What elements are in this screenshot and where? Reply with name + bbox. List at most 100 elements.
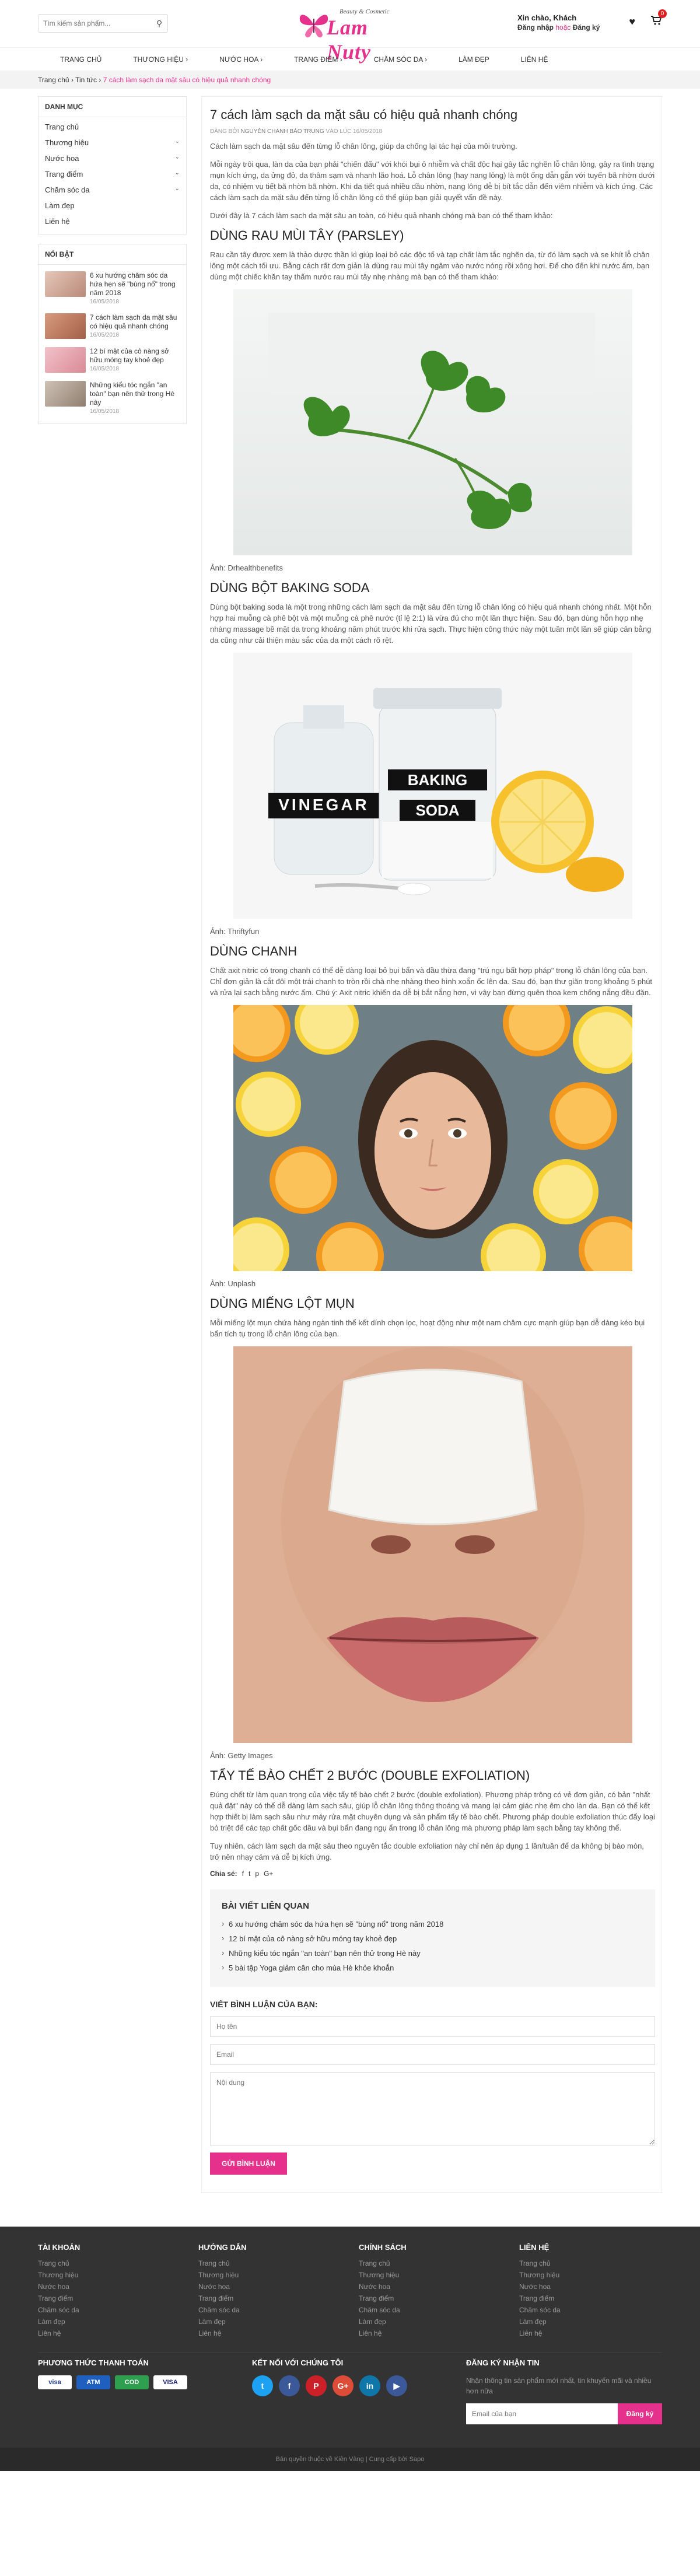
footer-link[interactable]: Thương hiệu bbox=[519, 2269, 662, 2281]
svg-text:SODA: SODA bbox=[415, 802, 459, 819]
article-meta: ĐĂNG BỞI NGUYỄN CHÁNH BẢO TRUNG VÀO LÚC … bbox=[210, 128, 383, 135]
breadcrumb-news[interactable]: Tin tức bbox=[75, 76, 97, 84]
twitter-icon[interactable]: t bbox=[249, 1870, 250, 1878]
footer-link[interactable]: Chăm sóc da bbox=[198, 2304, 359, 2316]
pinterest-icon[interactable]: P bbox=[306, 2375, 327, 2396]
newsletter-email-input[interactable] bbox=[466, 2403, 618, 2424]
footer-link[interactable]: Chăm sóc da bbox=[519, 2304, 662, 2316]
categories-title: DANH MỤC bbox=[38, 97, 186, 117]
footer-link[interactable]: Nước hoa bbox=[359, 2281, 519, 2292]
footer-link[interactable]: Làm đẹp bbox=[198, 2316, 359, 2328]
article-intro: Cách làm sạch da mặt sâu đến từng lỗ châ… bbox=[210, 142, 517, 150]
footer-link[interactable]: Nước hoa bbox=[38, 2281, 198, 2292]
nav-item-home[interactable]: TRANG CHỦ bbox=[60, 48, 102, 71]
wishlist-heart-icon[interactable]: ♥ bbox=[629, 16, 635, 28]
footer-link[interactable]: Nước hoa bbox=[198, 2281, 359, 2292]
footer-link[interactable]: Trang chủ bbox=[359, 2258, 519, 2269]
chevron-down-icon: ⌄ bbox=[174, 186, 180, 192]
related-item[interactable]: Những kiểu tóc ngắn "an toàn" bạn nên th… bbox=[222, 1946, 643, 1961]
footer-link[interactable]: Trang điểm bbox=[38, 2292, 198, 2304]
butterfly-logo-icon bbox=[299, 15, 328, 38]
nav-item-skincare[interactable]: CHĂM SÓC DA › bbox=[374, 48, 427, 71]
share-bar: Chia sẻ: f t p G+ bbox=[210, 1870, 655, 1878]
cart-icon[interactable]: 0 bbox=[650, 9, 667, 29]
category-item[interactable]: Làm đẹp bbox=[45, 198, 180, 214]
footer-link[interactable]: Trang chủ bbox=[519, 2258, 662, 2269]
post-thumbnail[interactable] bbox=[45, 271, 86, 297]
footer-link[interactable]: Nước hoa bbox=[519, 2281, 662, 2292]
category-item[interactable]: Liên hệ bbox=[45, 214, 180, 229]
register-link[interactable]: Đăng ký bbox=[573, 23, 600, 32]
section-heading: DÙNG MIẾNG LỘT MỤN bbox=[210, 1296, 355, 1311]
category-item[interactable]: Nước hoa ⌄ bbox=[45, 150, 180, 166]
footer-link[interactable]: Liên hệ bbox=[38, 2328, 198, 2339]
comment-title: VIẾT BÌNH LUẬN CỦA BẠN: bbox=[210, 2000, 318, 2009]
breadcrumb-current: 7 cách làm sạch da mặt sâu có hiệu quả n… bbox=[103, 76, 271, 84]
newsletter-submit-button[interactable]: Đăng ký bbox=[618, 2403, 662, 2424]
logo[interactable]: Beauty & Cosmetic Lam Nuty bbox=[298, 6, 414, 64]
featured-post[interactable]: 12 bí mật của cô nàng sở hữu móng tay kh… bbox=[38, 343, 186, 377]
facebook-icon[interactable]: f bbox=[242, 1870, 244, 1878]
nav-item-brands[interactable]: THƯƠNG HIỆU › bbox=[133, 48, 188, 71]
footer-link[interactable]: Liên hệ bbox=[519, 2328, 662, 2339]
youtube-icon[interactable]: ▶ bbox=[386, 2375, 407, 2396]
category-item[interactable]: Chăm sóc da ⌄ bbox=[45, 182, 180, 198]
nav-item-makeup[interactable]: TRANG ĐIỂM › bbox=[294, 48, 342, 71]
footer-link[interactable]: Liên hệ bbox=[198, 2328, 359, 2339]
post-thumbnail[interactable] bbox=[45, 313, 86, 339]
categories-box: DANH MỤC Trang chủ Thương hiệu ⌄ Nước hoa… bbox=[38, 96, 187, 235]
login-link[interactable]: Đăng nhập bbox=[517, 23, 554, 32]
featured-title: NỔI BẬT bbox=[38, 244, 186, 265]
nav-item-contact[interactable]: LIÊN HỆ bbox=[521, 48, 548, 71]
footer-link[interactable]: Làm đẹp bbox=[359, 2316, 519, 2328]
article-paragraph: Đúng chết từ làm quan trọng của việc tẩy… bbox=[210, 1790, 655, 1832]
article-paragraph: Mỗi ngày trôi qua, làn da của bạn phải "… bbox=[210, 160, 655, 202]
google-plus-icon[interactable]: G+ bbox=[332, 2375, 354, 2396]
linkedin-icon[interactable]: in bbox=[359, 2375, 380, 2396]
search-icon[interactable]: ⚲ bbox=[151, 19, 167, 29]
atm-payment-icon: ATM bbox=[76, 2375, 110, 2389]
featured-post[interactable]: 6 xu hướng chăm sóc da hứa hẹn sẽ "bùng … bbox=[38, 267, 186, 309]
visa-card-icon: VISA bbox=[153, 2375, 187, 2389]
submit-comment-button[interactable]: GỬI BÌNH LUẬN bbox=[210, 2152, 287, 2175]
footer-link[interactable]: Thương hiệu bbox=[198, 2269, 359, 2281]
post-thumbnail[interactable] bbox=[45, 381, 86, 407]
footer-link[interactable]: Trang chủ bbox=[198, 2258, 359, 2269]
footer-link[interactable]: Làm đẹp bbox=[38, 2316, 198, 2328]
footer-link[interactable]: Thương hiệu bbox=[38, 2269, 198, 2281]
chevron-down-icon: ⌄ bbox=[174, 138, 180, 145]
twitter-icon[interactable]: t bbox=[252, 2375, 273, 2396]
pinterest-icon[interactable]: p bbox=[255, 1870, 259, 1878]
footer-link[interactable]: Chăm sóc da bbox=[38, 2304, 198, 2316]
featured-post[interactable]: Những kiểu tóc ngắn "an toàn" bạn nên th… bbox=[38, 377, 186, 419]
nav-item-perfume[interactable]: NƯỚC HOA › bbox=[219, 48, 262, 71]
footer-link[interactable]: Trang chủ bbox=[38, 2258, 198, 2269]
category-item[interactable]: Thương hiệu ⌄ bbox=[45, 135, 180, 150]
google-plus-icon[interactable]: G+ bbox=[264, 1870, 273, 1878]
sidebar: DANH MỤC Trang chủ Thương hiệu ⌄ Nước hoa… bbox=[38, 96, 187, 2193]
related-title: BÀI VIẾT LIÊN QUAN bbox=[222, 1901, 310, 1911]
footer-link[interactable]: Trang điểm bbox=[519, 2292, 662, 2304]
featured-post[interactable]: 7 cách làm sạch da mặt sâu có hiệu quả n… bbox=[38, 309, 186, 343]
footer-link[interactable]: Trang điểm bbox=[198, 2292, 359, 2304]
related-item[interactable]: 12 bí mật của cô nàng sở hữu móng tay kh… bbox=[222, 1931, 643, 1946]
breadcrumb-home[interactable]: Trang chủ bbox=[38, 76, 69, 84]
section-heading: DÙNG CHANH bbox=[210, 944, 298, 958]
footer-link[interactable]: Trang điểm bbox=[359, 2292, 519, 2304]
category-item[interactable]: Trang chủ bbox=[45, 119, 180, 135]
footer-link[interactable]: Liên hệ bbox=[359, 2328, 519, 2339]
search-input[interactable] bbox=[38, 19, 151, 27]
nav-item-beauty[interactable]: LÀM ĐẸP bbox=[459, 48, 489, 71]
related-item[interactable]: 6 xu hướng chăm sóc da hứa hẹn sẽ "bùng … bbox=[222, 1917, 643, 1931]
footer-link[interactable]: Làm đẹp bbox=[519, 2316, 662, 2328]
facebook-icon[interactable]: f bbox=[279, 2375, 300, 2396]
post-thumbnail[interactable] bbox=[45, 347, 86, 373]
comment-name-input[interactable] bbox=[210, 2016, 655, 2037]
footer-link[interactable]: Thương hiệu bbox=[359, 2269, 519, 2281]
footer-link[interactable]: Chăm sóc da bbox=[359, 2304, 519, 2316]
comment-content-textarea[interactable] bbox=[210, 2072, 655, 2146]
comment-email-input[interactable] bbox=[210, 2044, 655, 2065]
category-item[interactable]: Trang điểm ⌄ bbox=[45, 166, 180, 182]
greeting: Xin chào, Khách bbox=[517, 13, 577, 22]
related-item[interactable]: 5 bài tập Yoga giảm cân cho mùa Hè khỏe … bbox=[222, 1961, 643, 1975]
